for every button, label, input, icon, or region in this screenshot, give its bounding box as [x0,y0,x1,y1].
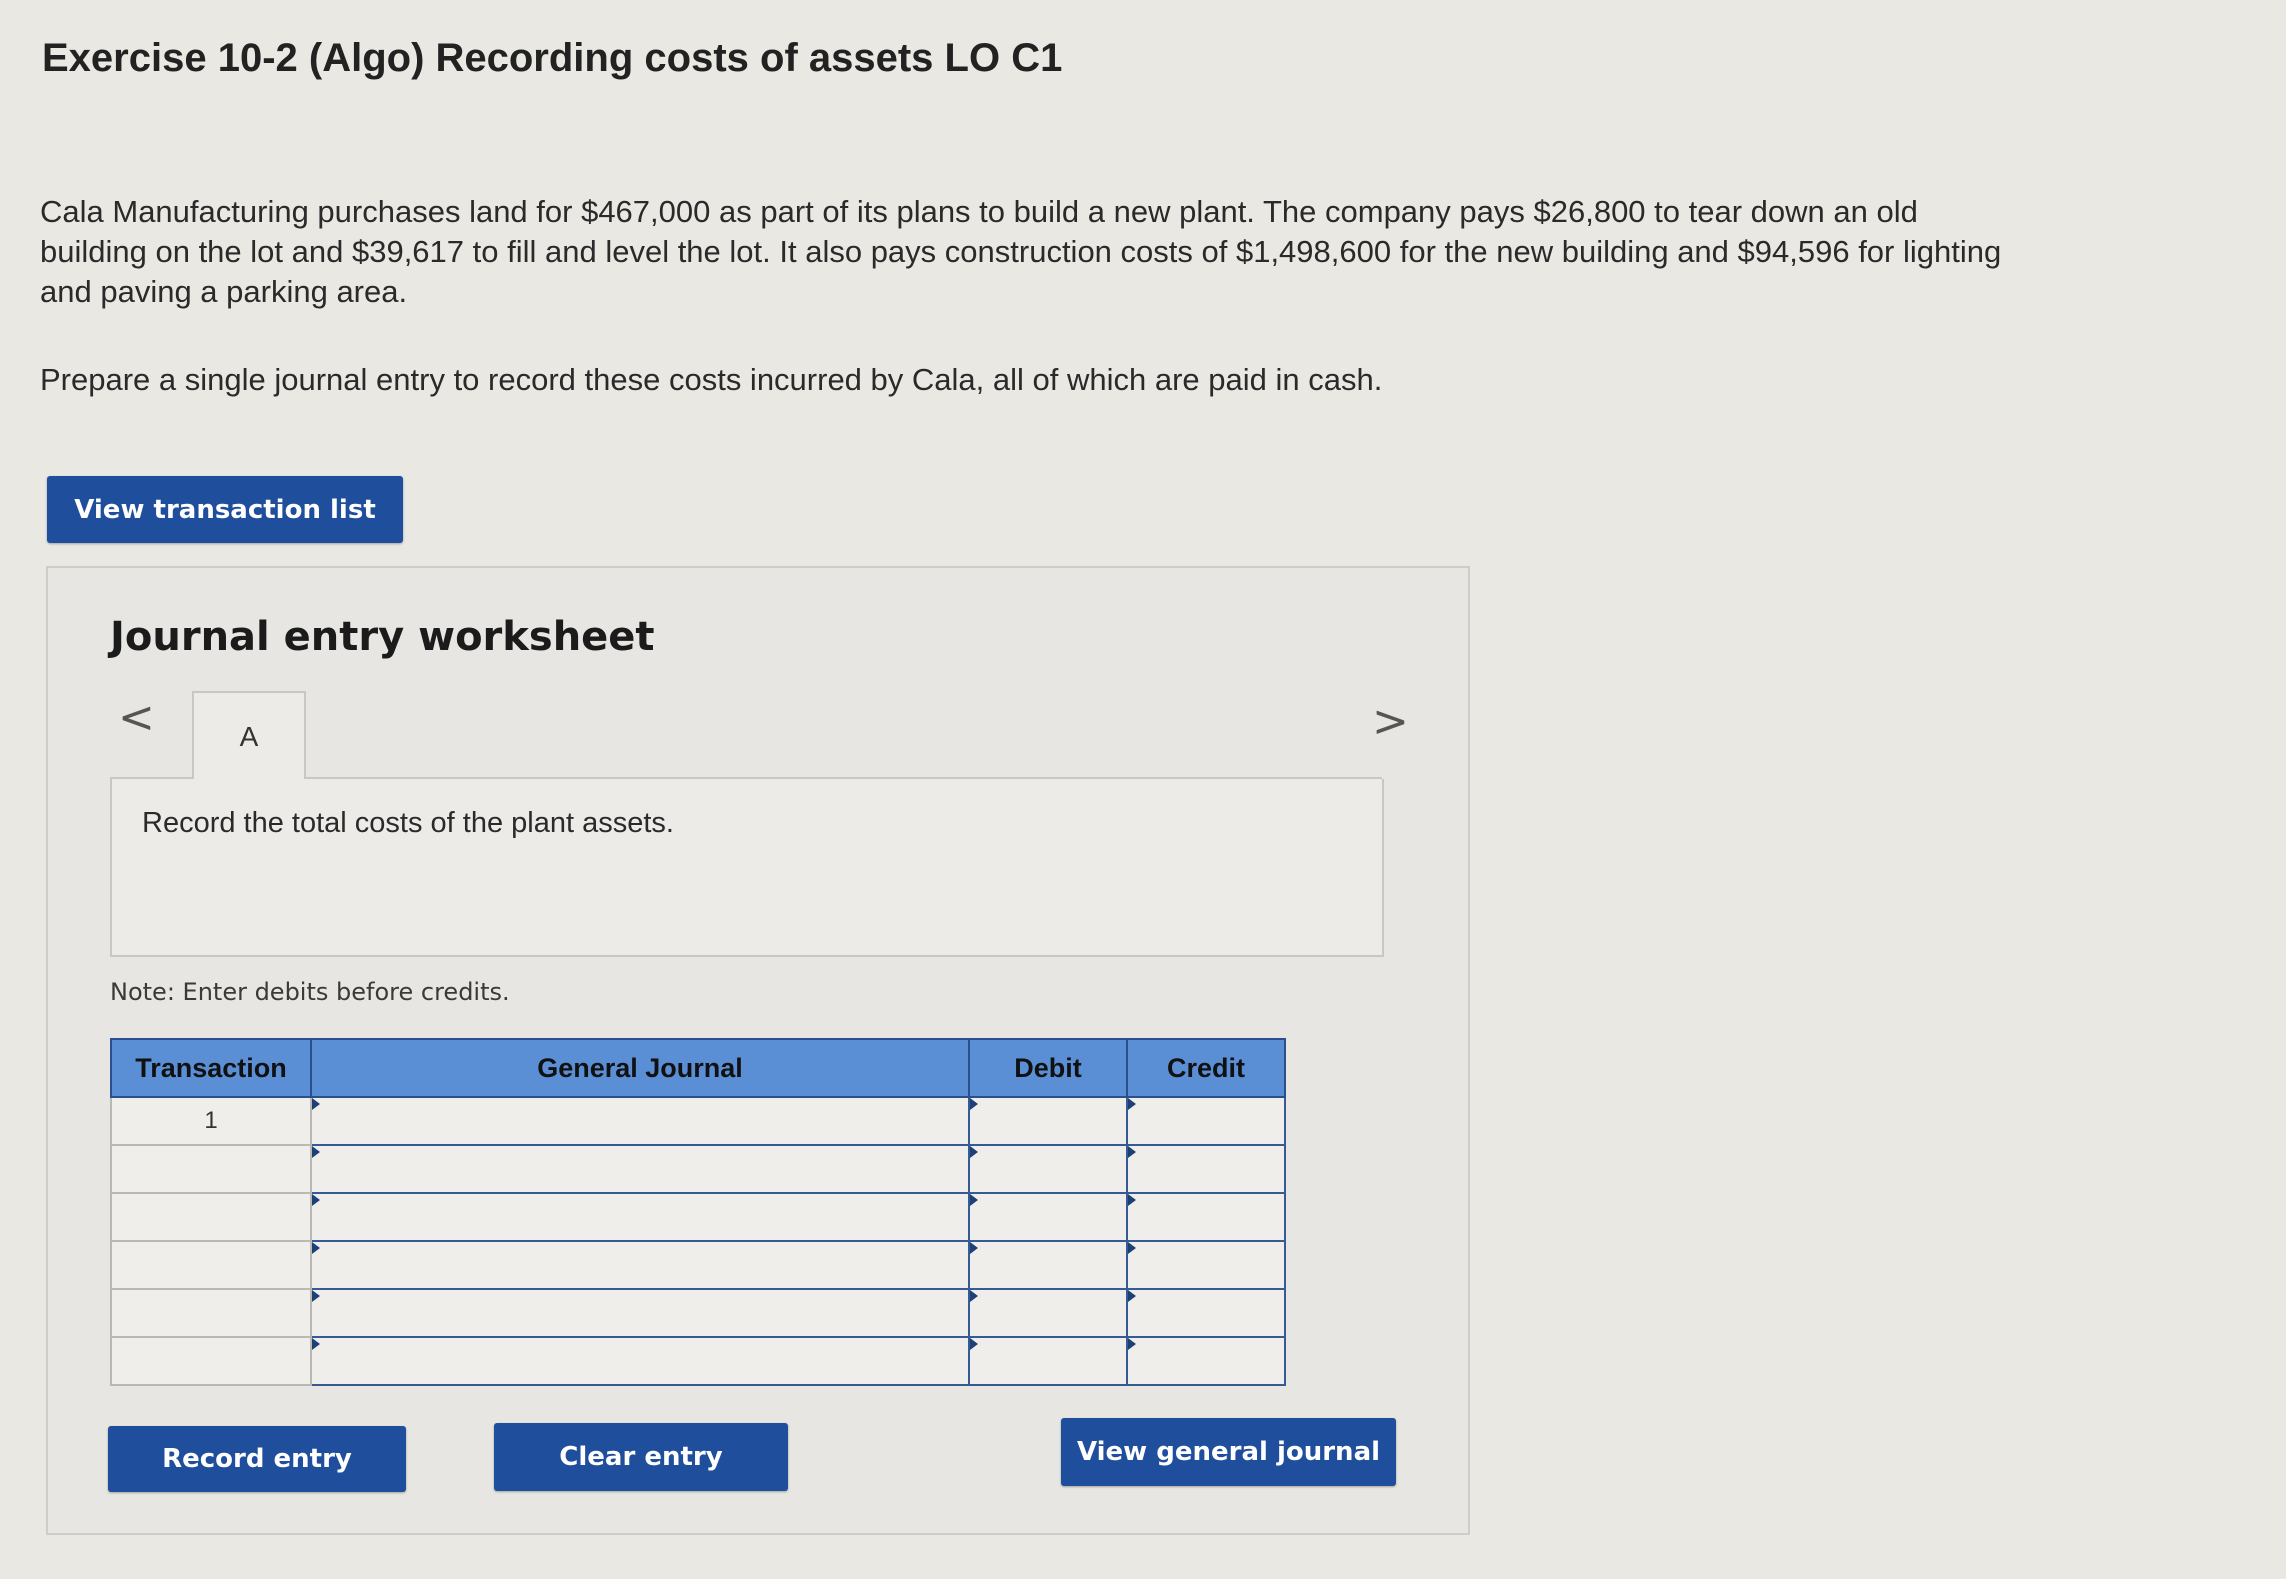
next-arrow-icon[interactable]: > [1372,696,1409,747]
debit-input[interactable] [968,1096,1128,1146]
debit-credit-note: Note: Enter debits before credits. [110,978,510,1006]
header-general-journal: General Journal [310,1038,970,1098]
debit-input[interactable] [968,1240,1128,1290]
table-row: 1 [110,1096,1286,1146]
header-credit: Credit [1126,1038,1286,1098]
account-input[interactable] [310,1192,970,1242]
credit-input[interactable] [1126,1336,1286,1386]
transaction-cell [110,1288,312,1338]
transaction-cell [110,1240,312,1290]
account-input[interactable] [310,1096,970,1146]
transaction-cell: 1 [110,1096,312,1146]
problem-text: Cala Manufacturing purchases land for $4… [40,194,2002,309]
journal-entry-worksheet: Journal entry worksheet < > A Record the… [46,566,1470,1535]
view-transaction-list-button[interactable]: View transaction list [47,476,403,543]
credit-input[interactable] [1126,1192,1286,1242]
account-input[interactable] [310,1288,970,1338]
credit-input[interactable] [1126,1240,1286,1290]
requirement-text: Record the total costs of the plant asse… [142,807,674,839]
debit-input[interactable] [968,1144,1128,1194]
debit-input[interactable] [968,1192,1128,1242]
table-row [110,1240,1286,1290]
credit-input[interactable] [1126,1096,1286,1146]
table-row [110,1288,1286,1338]
general-journal-table: Transaction General Journal Debit Credit… [110,1038,1286,1386]
journal-header-row: Transaction General Journal Debit Credit [110,1038,1286,1098]
header-debit: Debit [968,1038,1128,1098]
transaction-cell [110,1144,312,1194]
page: Exercise 10-2 (Algo) Recording costs of … [0,0,2286,1579]
worksheet-title: Journal entry worksheet [110,614,655,660]
credit-input[interactable] [1126,1288,1286,1338]
record-entry-button[interactable]: Record entry [108,1426,406,1492]
account-input[interactable] [310,1240,970,1290]
table-row [110,1144,1286,1194]
debit-input[interactable] [968,1288,1128,1338]
page-title: Exercise 10-2 (Algo) Recording costs of … [42,36,1063,80]
header-transaction: Transaction [110,1038,312,1098]
account-input[interactable] [310,1336,970,1386]
view-general-journal-button[interactable]: View general journal [1061,1418,1396,1486]
requirement-box: Record the total costs of the plant asse… [110,779,1384,957]
tab-a-label: A [239,721,259,752]
account-input[interactable] [310,1144,970,1194]
tab-a[interactable]: A [192,691,306,781]
table-row [110,1192,1286,1242]
clear-entry-button[interactable]: Clear entry [494,1423,788,1491]
credit-input[interactable] [1126,1144,1286,1194]
previous-arrow-icon[interactable]: < [118,692,155,743]
instruction-text: Prepare a single journal entry to record… [40,362,1383,397]
table-row [110,1336,1286,1386]
transaction-cell [110,1192,312,1242]
debit-input[interactable] [968,1336,1128,1386]
transaction-cell [110,1336,312,1386]
